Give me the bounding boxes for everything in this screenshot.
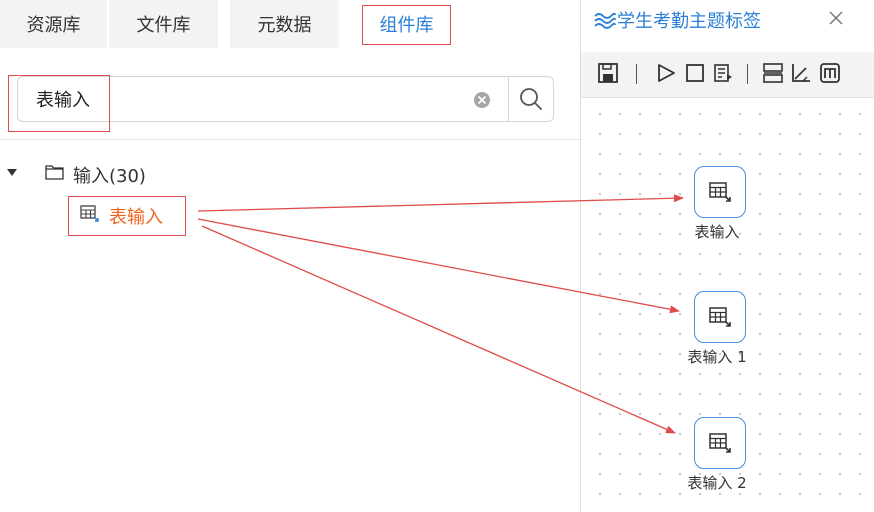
table-input-icon xyxy=(709,307,731,327)
tab-component-library[interactable]: 组件库 xyxy=(346,0,468,48)
designer-panel: 学生考勤主题标签 表输入 表输入 1 表输入 2 xyxy=(580,0,874,512)
close-icon[interactable] xyxy=(827,9,845,27)
search-button[interactable] xyxy=(509,77,554,121)
expand-caret-icon[interactable] xyxy=(7,169,17,176)
canvas-node-table-input-1[interactable]: 表输入 1 xyxy=(677,291,757,367)
document-tab-title: 学生考勤主题标签 xyxy=(617,11,761,32)
node-box xyxy=(694,417,746,469)
toolbar-separator xyxy=(747,64,748,84)
tab-bar-filler xyxy=(468,0,580,48)
stream-icon xyxy=(594,12,616,29)
node-label: 表输入 2 xyxy=(687,474,747,492)
tab-resource-library[interactable]: 资源库 xyxy=(0,0,108,48)
folder-icon xyxy=(45,165,64,180)
node-box xyxy=(694,291,746,343)
node-label: 表输入 1 xyxy=(687,348,747,366)
search-input[interactable] xyxy=(36,87,456,111)
stop-icon[interactable] xyxy=(684,62,706,84)
fit-icon[interactable] xyxy=(819,62,841,84)
tab-file-library[interactable]: 文件库 xyxy=(109,0,219,48)
toolbar-separator xyxy=(636,64,637,84)
preview-icon[interactable] xyxy=(712,62,734,84)
save-icon[interactable] xyxy=(597,62,619,84)
tree-folder-label[interactable]: 输入(30) xyxy=(73,162,146,188)
align-icon[interactable] xyxy=(762,62,784,84)
library-tab-bar: 资源库 文件库 元数据 组件库 xyxy=(0,0,580,50)
panel-divider xyxy=(0,139,580,140)
axis-icon[interactable] xyxy=(790,62,812,84)
table-input-icon xyxy=(80,205,99,222)
canvas-node-table-input[interactable]: 表输入 xyxy=(677,166,757,242)
canvas-node-table-input-2[interactable]: 表输入 2 xyxy=(677,417,757,493)
document-tab[interactable]: 学生考勤主题标签 xyxy=(581,0,874,44)
tree-item-label: 表输入 xyxy=(109,207,163,228)
node-label: 表输入 xyxy=(694,223,740,241)
design-canvas[interactable]: 表输入 表输入 1 表输入 2 xyxy=(581,98,874,512)
node-box xyxy=(694,166,746,218)
tree-item-table-input[interactable]: 表输入 xyxy=(68,196,186,236)
search-box xyxy=(17,76,554,122)
table-input-icon xyxy=(709,182,731,202)
component-library-panel: 资源库 文件库 元数据 组件库 输入(30) xyxy=(0,0,580,512)
clear-icon[interactable] xyxy=(474,92,490,108)
designer-toolbar xyxy=(581,52,874,98)
search-icon xyxy=(520,88,542,110)
run-icon[interactable] xyxy=(655,62,677,84)
table-input-icon xyxy=(709,433,731,453)
tab-metadata[interactable]: 元数据 xyxy=(230,0,340,48)
